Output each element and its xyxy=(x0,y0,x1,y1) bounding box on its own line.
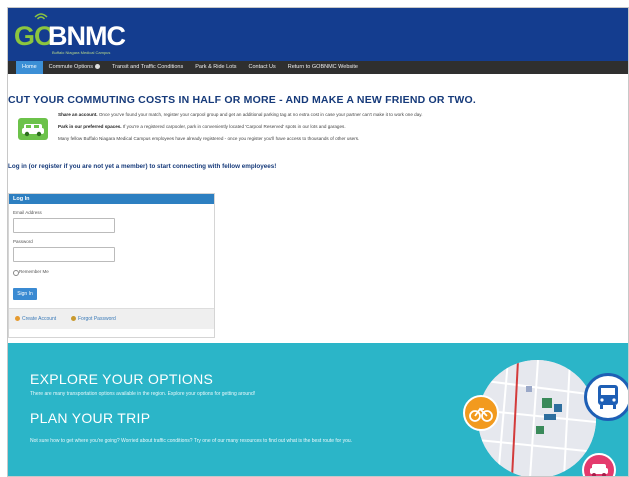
nav-home-label: Home xyxy=(22,64,37,70)
car-pink-icon[interactable] xyxy=(582,453,616,476)
nav-contact-label: Contact Us xyxy=(248,64,276,70)
benefit-title: Park in our preferred spaces. xyxy=(58,124,122,129)
car-icon xyxy=(18,118,48,140)
login-panel-footer: Create Account Forgot Password xyxy=(9,308,214,329)
benefit-registered-users: Many fellow Buffalo Niagara Medical Camp… xyxy=(58,136,359,141)
nav-transit-label: Transit and Traffic Conditions xyxy=(112,64,184,70)
nav-park-ride[interactable]: Park & Ride Lots xyxy=(189,61,242,74)
login-panel: Log In Email Address Password Remember M… xyxy=(8,193,215,338)
nav-transit-traffic[interactable]: Transit and Traffic Conditions xyxy=(106,61,189,74)
plan-trip-text: Not sure how to get where you're going? … xyxy=(30,438,353,444)
page-headline: CUT YOUR COMMUTING COSTS IN HALF OR MORE… xyxy=(8,94,477,106)
logo-tagline: Buffalo Niagara Medical Campus xyxy=(52,50,111,55)
benefit-text: Once you've found your match, register y… xyxy=(97,112,423,117)
password-field[interactable] xyxy=(13,247,115,262)
plan-trip-heading[interactable]: PLAN YOUR TRIP xyxy=(30,410,150,426)
nav-return-label: Return to GOBNMC Website xyxy=(287,64,358,70)
nav-commute-options[interactable]: Commute Options xyxy=(43,61,106,74)
nav-park-ride-label: Park & Ride Lots xyxy=(195,64,237,70)
login-panel-title: Log In xyxy=(9,194,214,204)
forgot-password-link[interactable]: Forgot Password xyxy=(71,316,116,322)
key-icon xyxy=(71,316,76,321)
email-label: Email Address xyxy=(13,210,42,215)
benefit-title: Share an account. xyxy=(58,112,98,117)
site-header: GO BNMC Buffalo Niagara Medical Campus xyxy=(8,8,628,61)
sign-in-button[interactable]: Sign In xyxy=(13,288,37,300)
nav-commute-options-label: Commute Options xyxy=(48,64,93,70)
remember-me-label: Remember Me xyxy=(19,269,49,274)
benefit-preferred-parking: Park in our preferred spaces. If you're … xyxy=(58,124,346,129)
password-label: Password xyxy=(13,239,33,244)
nav-home[interactable]: Home xyxy=(16,61,43,74)
benefit-text: Many fellow Buffalo Niagara Medical Camp… xyxy=(58,136,360,141)
explore-options-text: There are many transportation options av… xyxy=(30,391,256,397)
email-field[interactable] xyxy=(13,218,115,233)
benefit-share-account: Share an account. Once you've found your… xyxy=(58,112,423,117)
main-nav: Home Commute Options Transit and Traffic… xyxy=(8,61,628,74)
nav-return-gobnmc[interactable]: Return to GOBNMC Website xyxy=(282,61,364,74)
logo-brand-text: BNMC xyxy=(48,21,126,51)
forgot-password-label: Forgot Password xyxy=(78,316,116,322)
bike-icon[interactable] xyxy=(463,395,499,431)
options-banner: EXPLORE YOUR OPTIONS There are many tran… xyxy=(8,343,628,476)
create-account-label: Create Account xyxy=(22,316,57,322)
browser-frame: GO BNMC Buffalo Niagara Medical Campus H… xyxy=(7,7,629,477)
benefit-text: If you're a registered carpooler, park i… xyxy=(121,124,346,129)
chevron-down-icon xyxy=(95,64,100,69)
user-icon xyxy=(15,316,20,321)
create-account-link[interactable]: Create Account xyxy=(15,316,56,322)
bus-icon[interactable] xyxy=(584,373,628,421)
login-prompt: Log in (or register if you are not yet a… xyxy=(8,163,277,170)
explore-options-heading[interactable]: EXPLORE YOUR OPTIONS xyxy=(30,371,213,387)
nav-contact-us[interactable]: Contact Us xyxy=(243,61,282,74)
